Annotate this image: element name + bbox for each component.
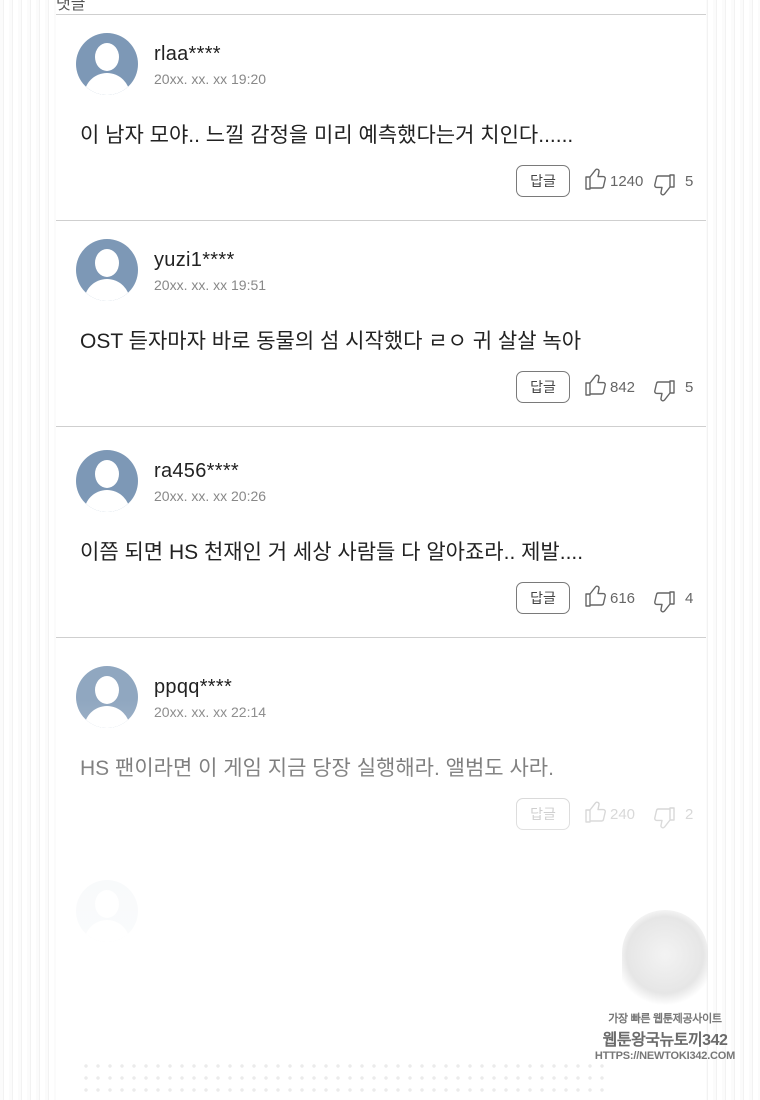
- comment-timestamp: 20xx. xx. xx 19:20: [154, 71, 267, 87]
- comment-username: rlaa****: [154, 43, 221, 65]
- thumbs-up-icon[interactable]: [584, 167, 608, 191]
- comment-divider: [56, 637, 706, 638]
- comment-timestamp: 20xx. xx. xx 20:26: [154, 488, 267, 504]
- like-count: 842: [610, 379, 636, 396]
- thumbs-down-icon[interactable]: [652, 590, 676, 614]
- comment-text: HS 팬이라면 이 게임 지금 당장 실행해라. 앨범도 사라.: [80, 757, 554, 780]
- thumbs-down-icon[interactable]: [652, 379, 676, 403]
- comment-item: ppqq**** 20xx. xx. xx 22:14 HS 팬이라면 이 게임…: [56, 648, 706, 848]
- thumbs-up-icon[interactable]: [584, 800, 608, 824]
- site-watermark: 가장 빠른 웹툰제공사이트 웹툰왕국뉴토끼342 HTTPS://NEWTOKI…: [590, 910, 740, 1085]
- reply-button[interactable]: 답글: [516, 798, 570, 830]
- comment-username: yuzi1****: [154, 249, 235, 271]
- dislike-count: 4: [685, 590, 694, 607]
- like-count: 240: [610, 806, 636, 823]
- comment-username: ppqq****: [154, 676, 233, 698]
- dot-pattern-decoration: [80, 1060, 610, 1100]
- dislike-count: 5: [685, 379, 694, 396]
- watermark-site-name: 웹툰왕국뉴토끼342: [602, 1032, 728, 1049]
- comment-divider: [56, 426, 706, 427]
- comment-item: ra456**** 20xx. xx. xx 20:26 이쯤 되면 HS 천재…: [56, 432, 706, 638]
- thumbs-down-icon[interactable]: [652, 173, 676, 197]
- user-avatar-icon: [76, 666, 138, 728]
- thumbs-up-icon[interactable]: [584, 373, 608, 397]
- comment-username: ra456****: [154, 460, 239, 482]
- reply-button[interactable]: 답글: [516, 165, 570, 197]
- thumbs-down-icon[interactable]: [652, 806, 676, 830]
- reply-button[interactable]: 답글: [516, 582, 570, 614]
- dislike-count: 2: [685, 806, 694, 823]
- thumbs-up-icon[interactable]: [584, 584, 608, 608]
- comment-text: 이 남자 모야.. 느낄 감정을 미리 예측했다는거 치인다......: [80, 124, 574, 147]
- comment-text: OST 듣자마자 바로 동물의 섬 시작했다 ㄹㅇ 귀 살살 녹아: [80, 330, 582, 353]
- section-label: 댓글: [56, 0, 86, 13]
- comment-item: rlaa**** 20xx. xx. xx 19:20 이 남자 모야.. 느낄…: [56, 15, 706, 221]
- left-stripe-decoration: [0, 0, 56, 1100]
- user-avatar-icon: [76, 33, 138, 95]
- watermark-tagline: 가장 빠른 웹툰제공사이트: [608, 1013, 722, 1025]
- user-avatar-icon: [76, 880, 138, 942]
- user-avatar-icon: [76, 239, 138, 301]
- comment-item: yuzi1**** 20xx. xx. xx 19:51 OST 듣자마자 바로…: [56, 221, 706, 427]
- comment-timestamp: 20xx. xx. xx 19:51: [154, 277, 267, 293]
- user-avatar-icon: [76, 450, 138, 512]
- dislike-count: 5: [685, 173, 694, 190]
- like-count: 1240: [610, 173, 644, 190]
- watermark-url: HTTPS://NEWTOKI342.COM: [594, 1050, 736, 1062]
- comment-timestamp: 20xx. xx. xx 22:14: [154, 704, 267, 720]
- like-count: 616: [610, 590, 636, 607]
- comment-text: 이쯤 되면 HS 천재인 거 세상 사람들 다 알아죠라.. 제발....: [80, 541, 584, 564]
- watermark-character-icon: [622, 910, 708, 1010]
- reply-button[interactable]: 답글: [516, 371, 570, 403]
